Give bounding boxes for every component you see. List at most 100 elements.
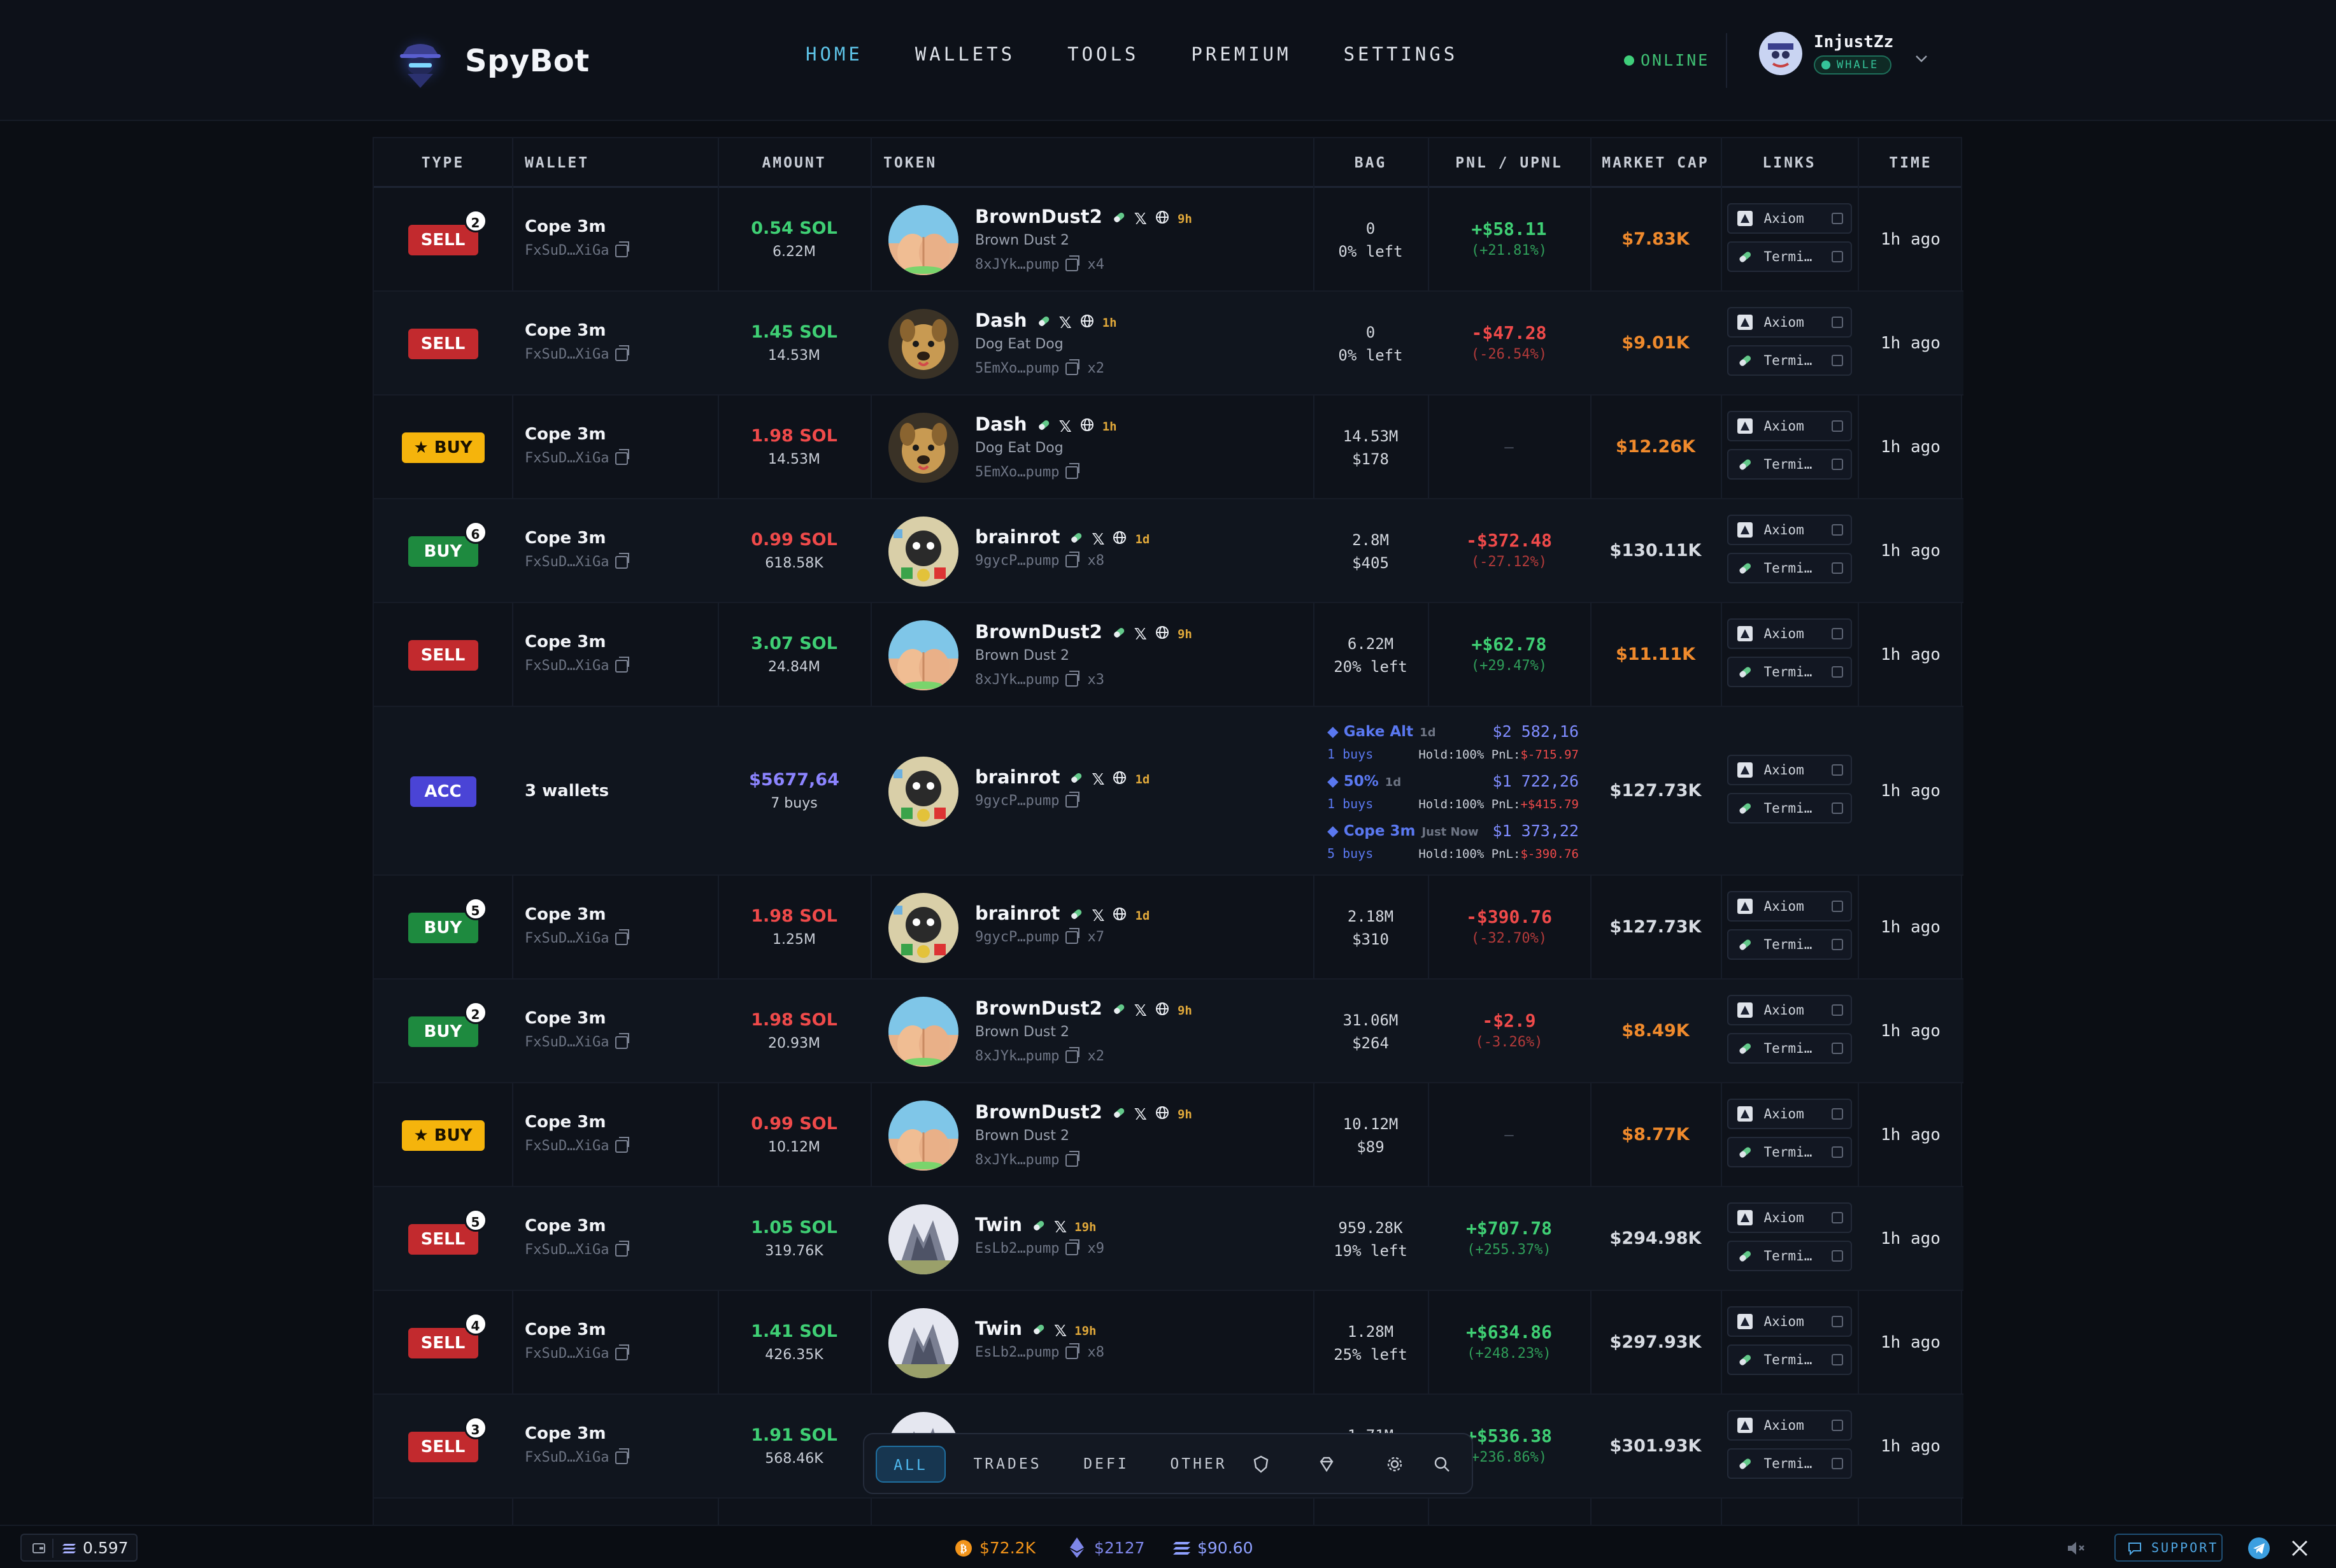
pill-icon[interactable] bbox=[1111, 1105, 1127, 1124]
copy-icon[interactable] bbox=[615, 1448, 630, 1464]
x-icon[interactable]: 𝕏 bbox=[1134, 1001, 1147, 1020]
axiom-link[interactable]: Axiom bbox=[1727, 1409, 1852, 1441]
globe-icon[interactable] bbox=[1155, 210, 1170, 229]
axiom-link[interactable]: Axiom bbox=[1727, 1098, 1852, 1129]
token-image[interactable] bbox=[888, 516, 958, 587]
axiom-link[interactable]: Axiom bbox=[1727, 618, 1852, 649]
copy-icon[interactable] bbox=[615, 345, 630, 361]
copy-icon[interactable] bbox=[1065, 255, 1080, 271]
x-icon[interactable]: 𝕏 bbox=[1059, 313, 1072, 332]
axiom-link[interactable]: Axiom bbox=[1727, 203, 1852, 234]
globe-icon[interactable] bbox=[1112, 906, 1127, 925]
filter-other-button[interactable]: OTHER bbox=[1154, 1446, 1243, 1483]
token-name[interactable]: BrownDust2 𝕏 9h bbox=[975, 997, 1192, 1020]
wallet-name[interactable]: Cope 3m bbox=[525, 1216, 606, 1236]
pill-icon[interactable] bbox=[1031, 1322, 1046, 1341]
user-menu[interactable]: InjustZz WHALE bbox=[1759, 32, 1893, 75]
wallet-address[interactable]: FxSuD…XiGa bbox=[525, 1240, 630, 1258]
pill-icon[interactable] bbox=[1036, 313, 1051, 332]
terminal-link[interactable]: Termi… bbox=[1727, 1240, 1852, 1271]
table-row[interactable]: SELL Cope 3m FxSuD…XiGa 3.07 SOL 24.84M Brown… bbox=[374, 603, 1963, 707]
token-address[interactable]: 5EmXo…pump bbox=[975, 462, 1080, 480]
wallet-address[interactable]: FxSuD…XiGa bbox=[525, 656, 630, 674]
wallet-name[interactable]: Cope 3m bbox=[525, 217, 606, 236]
terminal-link[interactable]: Termi… bbox=[1727, 1136, 1852, 1167]
terminal-link[interactable]: Termi… bbox=[1727, 1032, 1852, 1064]
axiom-link[interactable]: Axiom bbox=[1727, 1202, 1852, 1233]
token-address[interactable]: 5EmXo…pump x2 bbox=[975, 359, 1104, 376]
filter-defi-button[interactable]: DEFI bbox=[1068, 1446, 1144, 1483]
copy-icon[interactable] bbox=[615, 929, 630, 945]
copy-icon[interactable] bbox=[615, 241, 630, 257]
globe-icon[interactable] bbox=[1155, 625, 1170, 644]
acc-wallet-entry[interactable]: ◆ Cope 3m Just Now $1 373,22 5 buys Hold:100… bbox=[1327, 822, 1579, 867]
wallet-name[interactable]: Cope 3m bbox=[525, 1009, 606, 1028]
wallet-name[interactable]: Cope 3m bbox=[525, 321, 606, 340]
axiom-link[interactable]: Axiom bbox=[1727, 994, 1852, 1025]
copy-icon[interactable] bbox=[615, 1136, 630, 1153]
token-address[interactable]: 8xJYk…pump x3 bbox=[975, 670, 1104, 688]
token-image[interactable] bbox=[888, 892, 958, 963]
table-row[interactable]: SELL Cope 3m FxSuD…XiGa 1.45 SOL 14.53M Dash 𝕏… bbox=[374, 292, 1963, 396]
token-name[interactable]: brainrot 𝕏 1d bbox=[975, 766, 1150, 789]
copy-icon[interactable] bbox=[1065, 927, 1080, 944]
copy-icon[interactable] bbox=[1065, 1150, 1080, 1167]
table-row[interactable]: SELL 4 Cope 3m FxSuD…XiGa 1.41 SOL 426.35K Twi… bbox=[374, 1291, 1963, 1395]
nav-wallets[interactable]: WALLETS bbox=[915, 43, 1015, 65]
copy-icon[interactable] bbox=[615, 552, 630, 569]
terminal-link[interactable]: Termi… bbox=[1727, 1344, 1852, 1375]
axiom-link[interactable]: Axiom bbox=[1727, 514, 1852, 545]
terminal-link[interactable]: Termi… bbox=[1727, 345, 1852, 376]
copy-icon[interactable] bbox=[615, 1240, 630, 1257]
terminal-link[interactable]: Termi… bbox=[1727, 792, 1852, 823]
x-twitter-icon[interactable] bbox=[2291, 1540, 2308, 1557]
gear-icon[interactable] bbox=[1385, 1455, 1404, 1474]
token-name[interactable]: Twin 𝕏 19h bbox=[975, 1214, 1096, 1237]
wallet-name[interactable]: Cope 3m bbox=[525, 529, 606, 548]
wallet-address[interactable]: FxSuD…XiGa bbox=[525, 241, 630, 259]
wallet-name[interactable]: Cope 3m bbox=[525, 425, 606, 444]
wallet-address[interactable]: FxSuD…XiGa bbox=[525, 552, 630, 570]
copy-icon[interactable] bbox=[615, 1032, 630, 1049]
table-row[interactable]: ★ BUY Cope 3m FxSuD…XiGa 1.98 SOL 14.53M Dash… bbox=[374, 396, 1963, 499]
wallet-name[interactable]: Cope 3m bbox=[525, 905, 606, 924]
copy-icon[interactable] bbox=[1065, 791, 1080, 808]
balance-chip[interactable]: 0.597 bbox=[20, 1534, 138, 1562]
axiom-link[interactable]: Axiom bbox=[1727, 1306, 1852, 1337]
x-icon[interactable]: 𝕏 bbox=[1054, 1218, 1067, 1236]
mute-icon[interactable] bbox=[2067, 1540, 2086, 1557]
token-image[interactable] bbox=[888, 1204, 958, 1274]
x-icon[interactable]: 𝕏 bbox=[1092, 530, 1104, 548]
copy-icon[interactable] bbox=[1065, 359, 1080, 375]
globe-icon[interactable] bbox=[1112, 530, 1127, 549]
token-image[interactable] bbox=[888, 1308, 958, 1378]
token-image[interactable] bbox=[888, 1100, 958, 1171]
axiom-link[interactable]: Axiom bbox=[1727, 890, 1852, 922]
search-icon[interactable] bbox=[1432, 1455, 1451, 1474]
globe-icon[interactable] bbox=[1112, 770, 1127, 789]
nav-home[interactable]: HOME bbox=[806, 43, 863, 65]
token-name[interactable]: BrownDust2 𝕏 9h bbox=[975, 621, 1192, 644]
copy-icon[interactable] bbox=[1065, 1046, 1080, 1063]
token-address[interactable]: 8xJYk…pump x2 bbox=[975, 1046, 1104, 1064]
acc-wallet-entry[interactable]: ◆ 50% 1d $1 722,26 1 buys Hold:100% PnL:+$41… bbox=[1327, 772, 1579, 818]
globe-icon[interactable] bbox=[1079, 313, 1095, 332]
token-image[interactable] bbox=[888, 308, 958, 379]
copy-icon[interactable] bbox=[1065, 1343, 1080, 1359]
terminal-link[interactable]: Termi… bbox=[1727, 656, 1852, 687]
terminal-link[interactable]: Termi… bbox=[1727, 552, 1852, 583]
globe-icon[interactable] bbox=[1155, 1001, 1170, 1020]
copy-icon[interactable] bbox=[1065, 462, 1080, 479]
globe-icon[interactable] bbox=[1079, 417, 1095, 436]
pill-icon[interactable] bbox=[1111, 1001, 1127, 1020]
wallet-name[interactable]: Cope 3m bbox=[525, 1320, 606, 1339]
x-icon[interactable]: 𝕏 bbox=[1134, 1105, 1147, 1123]
pill-icon[interactable] bbox=[1069, 770, 1084, 789]
copy-icon[interactable] bbox=[615, 656, 630, 673]
token-address[interactable]: 8xJYk…pump bbox=[975, 1150, 1080, 1168]
copy-icon[interactable] bbox=[615, 448, 630, 465]
axiom-link[interactable]: Axiom bbox=[1727, 754, 1852, 785]
wallet-address[interactable]: FxSuD…XiGa bbox=[525, 1136, 630, 1154]
pill-icon[interactable] bbox=[1111, 210, 1127, 229]
wallet-address[interactable]: FxSuD…XiGa bbox=[525, 929, 630, 946]
